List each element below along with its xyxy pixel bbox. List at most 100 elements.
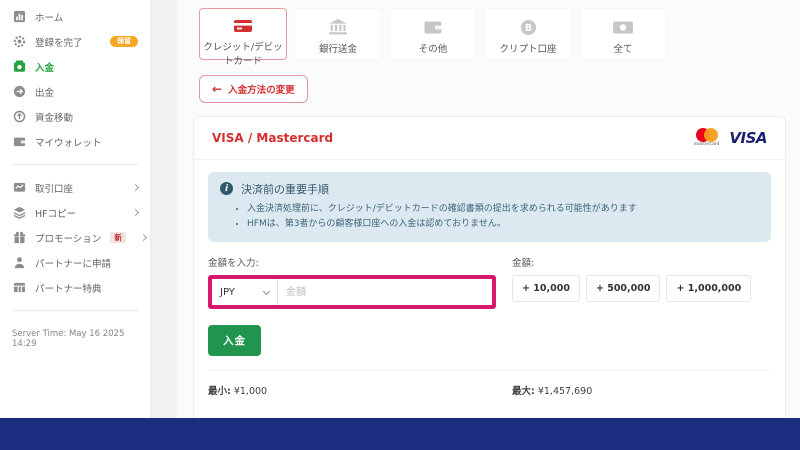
change-deposit-method-button[interactable]: ← 入金方法の変更 xyxy=(199,75,308,103)
sidebar-item-complete-registration[interactable]: 登録を完了 保留 xyxy=(0,29,150,54)
sidebar-item-label: パートナーに申請 xyxy=(35,258,112,270)
main-content: クレジット/デビットカード 銀行送金 その他 B クリプト口座 全て ← 入金方… xyxy=(177,0,800,450)
person-icon xyxy=(12,256,26,270)
mastercard-wordmark: mastercard xyxy=(693,142,720,147)
tab-label: クレジット/デビットカード xyxy=(203,42,283,68)
quick-amount-label: 金額: xyxy=(512,258,535,270)
tab-label: 全て xyxy=(613,44,633,55)
sidebar-item-label: 入金 xyxy=(35,62,55,74)
cash-icon xyxy=(613,18,633,36)
tab-label: 銀行送金 xyxy=(318,44,357,55)
sidebar-item-promotions[interactable]: プロモーション 新 xyxy=(0,225,150,250)
amount-form-row: 金額を入力: JPY 金額: + 10,000 + 500,000 + xyxy=(194,242,785,310)
benefits-icon xyxy=(12,281,26,295)
sidebar-item-label: 登録を完了 xyxy=(35,37,83,49)
min-amount: 最小: ¥1,000 xyxy=(208,383,512,397)
footer-bar xyxy=(0,418,800,450)
quick-amount-button-1000000[interactable]: + 1,000,000 xyxy=(666,275,752,303)
chevron-right-icon xyxy=(131,208,140,217)
amount-input-label: 金額を入力: xyxy=(208,258,259,270)
min-value: ¥1,000 xyxy=(233,386,268,398)
important-notice: i 決済前の重要手順 入金決済処理前に、クレジット/デビットカードの確認書類の提… xyxy=(208,171,771,243)
app-root: ホーム 登録を完了 保留 入金 出金 資金移動 マイウォレット 取引口座 HFコ… xyxy=(0,0,800,450)
sidebar-divider xyxy=(12,310,138,311)
currency-select[interactable]: JPY xyxy=(212,279,278,306)
tab-crypto-account[interactable]: B クリプト口座 xyxy=(484,8,572,60)
max-value: ¥1,457,690 xyxy=(537,386,593,398)
sidebar-scroll-gutter[interactable] xyxy=(150,0,177,418)
amount-input[interactable] xyxy=(278,279,492,306)
sidebar-item-label: パートナー特典 xyxy=(35,283,102,295)
copy-icon xyxy=(12,206,26,220)
notice-bullet: 入金決済処理前に、クレジット/デビットカードの確認書類の提出を求められる可能性が… xyxy=(247,202,759,217)
mastercard-logo: mastercard xyxy=(693,128,720,148)
sidebar-item-label: 取引口座 xyxy=(35,183,74,195)
notice-bullet: HFMは、第3者からの顧客様口座への入金は認めておりません。 xyxy=(247,217,759,232)
bitcoin-icon: B xyxy=(520,18,537,36)
notice-title-row: i 決済前の重要手順 xyxy=(220,181,759,197)
tab-other[interactable]: その他 xyxy=(389,8,477,60)
sidebar-item-transfer[interactable]: 資金移動 xyxy=(0,104,150,129)
change-deposit-method-label: 入金方法の変更 xyxy=(228,85,295,96)
sidebar-item-withdraw[interactable]: 出金 xyxy=(0,79,150,104)
credit-card-icon xyxy=(233,18,253,34)
notice-bullets: 入金決済処理前に、クレジット/デビットカードの確認書類の提出を求められる可能性が… xyxy=(247,202,759,233)
sidebar-item-hf-copy[interactable]: HFコピー xyxy=(0,200,150,225)
visa-logo: VISA xyxy=(729,128,767,147)
tab-label: その他 xyxy=(418,44,448,55)
gift-icon xyxy=(12,231,26,245)
chevron-right-icon xyxy=(139,233,147,242)
sidebar-item-partner-benefits[interactable]: パートナー特典 xyxy=(0,275,150,300)
sidebar-item-label: 資金移動 xyxy=(35,112,74,124)
max-amount: 最大: ¥1,457,690 xyxy=(512,383,771,397)
quick-amount-buttons: + 10,000 + 500,000 + 1,000,000 xyxy=(512,275,771,303)
quick-amount-column: 金額: + 10,000 + 500,000 + 1,000,000 xyxy=(512,255,771,309)
chevron-right-icon xyxy=(131,183,140,192)
sidebar-item-deposit[interactable]: 入金 xyxy=(0,54,150,79)
gear-icon xyxy=(12,35,26,49)
sidebar-item-my-wallet[interactable]: マイウォレット xyxy=(0,129,150,154)
sidebar-item-label: HFコピー xyxy=(35,208,77,220)
quick-amount-button-500000[interactable]: + 500,000 xyxy=(585,275,661,303)
payment-card: VISA / Mastercard mastercard VISA i 決済前の… xyxy=(193,116,786,450)
amount-input-column: 金額を入力: JPY xyxy=(208,255,496,310)
deposit-submit-button[interactable]: 入金 xyxy=(208,325,261,357)
card-logos: mastercard VISA xyxy=(694,128,767,148)
accounts-icon xyxy=(12,181,26,195)
payment-method-tabs: クレジット/デビットカード 銀行送金 その他 B クリプト口座 全て xyxy=(199,8,800,67)
amount-input-group-highlighted: JPY xyxy=(208,275,496,310)
max-label: 最大: xyxy=(512,386,535,398)
tab-bank-transfer[interactable]: 銀行送金 xyxy=(294,8,382,60)
currency-value: JPY xyxy=(220,286,235,298)
wallet-icon xyxy=(424,18,443,36)
chevron-down-icon xyxy=(262,287,271,295)
info-icon: i xyxy=(220,182,233,195)
sidebar-item-label: 出金 xyxy=(35,87,55,99)
deposit-icon xyxy=(12,60,26,74)
sidebar-item-label: プロモーション xyxy=(35,233,102,245)
sidebar-item-home[interactable]: ホーム xyxy=(0,4,150,29)
mastercard-circles-icon xyxy=(695,128,718,142)
quick-amount-button-10000[interactable]: + 10,000 xyxy=(512,275,580,303)
card-header: VISA / Mastercard mastercard VISA xyxy=(194,117,785,160)
wallet-icon xyxy=(12,135,26,149)
sidebar-item-apply-partner[interactable]: パートナーに申請 xyxy=(0,250,150,275)
server-time: Server Time: May 16 2025 14:29 xyxy=(12,329,125,349)
tab-all[interactable]: 全て xyxy=(579,8,667,60)
bank-icon xyxy=(328,18,348,36)
sidebar-item-label: マイウォレット xyxy=(35,137,102,149)
withdraw-icon xyxy=(12,85,26,99)
tab-label: クリプト口座 xyxy=(499,44,557,55)
sidebar-divider xyxy=(12,164,138,165)
notice-title: 決済前の重要手順 xyxy=(241,182,329,196)
tab-credit-debit-card[interactable]: クレジット/デビットカード xyxy=(199,8,287,67)
new-badge: 新 xyxy=(110,231,126,244)
arrow-left-icon: ← xyxy=(212,82,223,96)
card-title: VISA / Mastercard xyxy=(212,130,334,145)
sidebar: ホーム 登録を完了 保留 入金 出金 資金移動 マイウォレット 取引口座 HFコ… xyxy=(0,0,150,418)
min-label: 最小: xyxy=(208,386,231,398)
sidebar-item-trading-accounts[interactable]: 取引口座 xyxy=(0,175,150,200)
svg-text:B: B xyxy=(524,22,531,33)
pending-badge: 保留 xyxy=(110,36,138,47)
chart-icon xyxy=(12,10,26,24)
